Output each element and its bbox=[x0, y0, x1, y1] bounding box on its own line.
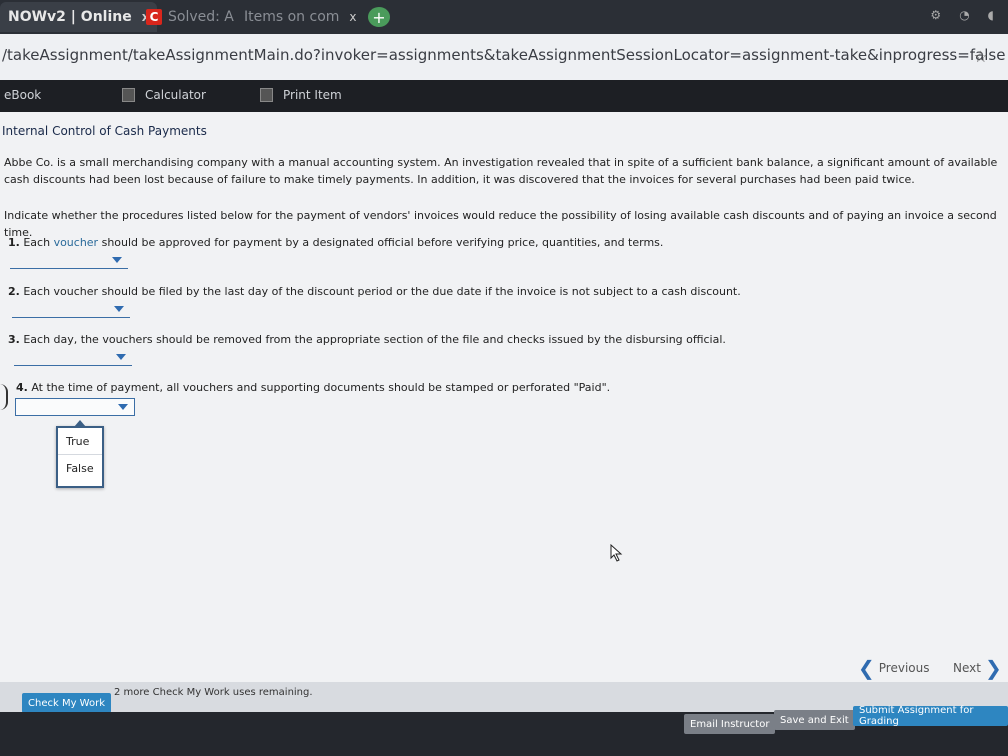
chevron-left-icon: ❮ bbox=[858, 656, 875, 680]
next-label: Next bbox=[953, 661, 981, 675]
question-text: should be approved for payment by a desi… bbox=[98, 236, 664, 249]
question-number: 2. bbox=[8, 285, 20, 298]
star-icon[interactable]: ☆ bbox=[974, 47, 988, 66]
email-instructor-button[interactable]: Email Instructor bbox=[684, 714, 776, 734]
save-and-exit-button[interactable]: Save and Exit bbox=[774, 710, 855, 730]
intro-paragraph: Abbe Co. is a small merchandising compan… bbox=[4, 156, 998, 186]
page-title: Internal Control of Cash Payments bbox=[2, 124, 207, 138]
tab-label: NOWv2 | Online bbox=[8, 9, 132, 25]
tab-label: Solved: A bbox=[168, 9, 234, 25]
tab-items[interactable]: Items on com x bbox=[236, 2, 365, 32]
voucher-link[interactable]: voucher bbox=[54, 236, 99, 249]
settings-icon[interactable]: ⚙ bbox=[930, 8, 941, 22]
question-content: Internal Control of Cash Payments Abbe C… bbox=[0, 112, 1008, 682]
app-toolbar: eBook Calculator Print Item bbox=[0, 80, 1008, 112]
focus-bracket bbox=[0, 384, 8, 410]
option-false[interactable]: False bbox=[58, 454, 102, 481]
question-number: 4. bbox=[16, 381, 28, 394]
close-tab-icon[interactable]: x bbox=[349, 10, 356, 24]
question-text: Each voucher should be filed by the last… bbox=[23, 285, 741, 298]
system-tray: ⚙ ◔ ◖ bbox=[930, 8, 994, 22]
address-bar[interactable]: /takeAssignment/takeAssignmentMain.do?in… bbox=[0, 34, 1008, 81]
chevron-down-icon bbox=[112, 257, 122, 263]
wifi-icon: ◔ bbox=[959, 8, 970, 22]
print-icon bbox=[260, 88, 273, 102]
question-4: 4. At the time of payment, all vouchers … bbox=[16, 381, 610, 394]
ebook-link[interactable]: eBook bbox=[4, 88, 41, 102]
chevron-down-icon bbox=[118, 404, 128, 410]
answer-dropdown-1[interactable] bbox=[10, 252, 128, 269]
question-number: 1. bbox=[8, 236, 20, 249]
tab-label: Items on com bbox=[244, 9, 340, 25]
question-text: Each day, the vouchers should be removed… bbox=[23, 333, 726, 346]
mouse-cursor-icon bbox=[610, 544, 623, 562]
chevron-down-icon bbox=[116, 354, 126, 360]
option-true[interactable]: True bbox=[58, 428, 102, 454]
browser-tab-bar: NOWv2 | Online x C Solved: A Items on co… bbox=[0, 0, 1008, 34]
question-text: At the time of payment, all vouchers and… bbox=[31, 381, 611, 394]
new-tab-button[interactable]: + bbox=[368, 7, 390, 27]
next-button[interactable]: Next ❯ bbox=[953, 656, 1002, 680]
dropdown-menu: True False bbox=[56, 420, 104, 488]
question-2: 2. Each voucher should be filed by the l… bbox=[8, 285, 741, 298]
question-3: 3. Each day, the vouchers should be remo… bbox=[8, 333, 726, 346]
tab-nowv2[interactable]: NOWv2 | Online x bbox=[0, 2, 158, 32]
answer-dropdown-3[interactable] bbox=[14, 349, 132, 366]
answer-dropdown-4[interactable] bbox=[15, 398, 135, 416]
chevron-right-icon: ❯ bbox=[984, 656, 1002, 680]
question-text: Each bbox=[23, 236, 54, 249]
check-my-work-button[interactable]: Check My Work bbox=[22, 693, 111, 713]
previous-label: Previous bbox=[878, 661, 930, 675]
question-1: 1. Each voucher should be approved for p… bbox=[8, 236, 663, 249]
previous-button[interactable]: ❮ Previous bbox=[858, 656, 930, 680]
answer-dropdown-2[interactable] bbox=[12, 301, 130, 318]
chevron-down-icon bbox=[114, 306, 124, 312]
calculator-link[interactable]: Calculator bbox=[122, 88, 206, 102]
ebook-label: eBook bbox=[4, 88, 42, 102]
question-number: 3. bbox=[8, 333, 20, 346]
url-text[interactable]: /takeAssignment/takeAssignmentMain.do?in… bbox=[2, 46, 1005, 64]
volume-icon: ◖ bbox=[987, 8, 994, 22]
submit-assignment-button[interactable]: Submit Assignment for Grading bbox=[853, 705, 1008, 727]
tab-solved[interactable]: C Solved: A bbox=[138, 2, 242, 32]
menu-pointer bbox=[74, 420, 86, 427]
chegg-icon: C bbox=[146, 9, 162, 25]
calculator-label: Calculator bbox=[145, 88, 206, 102]
print-label: Print Item bbox=[283, 88, 342, 102]
calculator-icon bbox=[122, 88, 135, 102]
print-item-link[interactable]: Print Item bbox=[260, 88, 342, 102]
remaining-uses-text: 2 more Check My Work uses remaining. bbox=[114, 687, 313, 698]
